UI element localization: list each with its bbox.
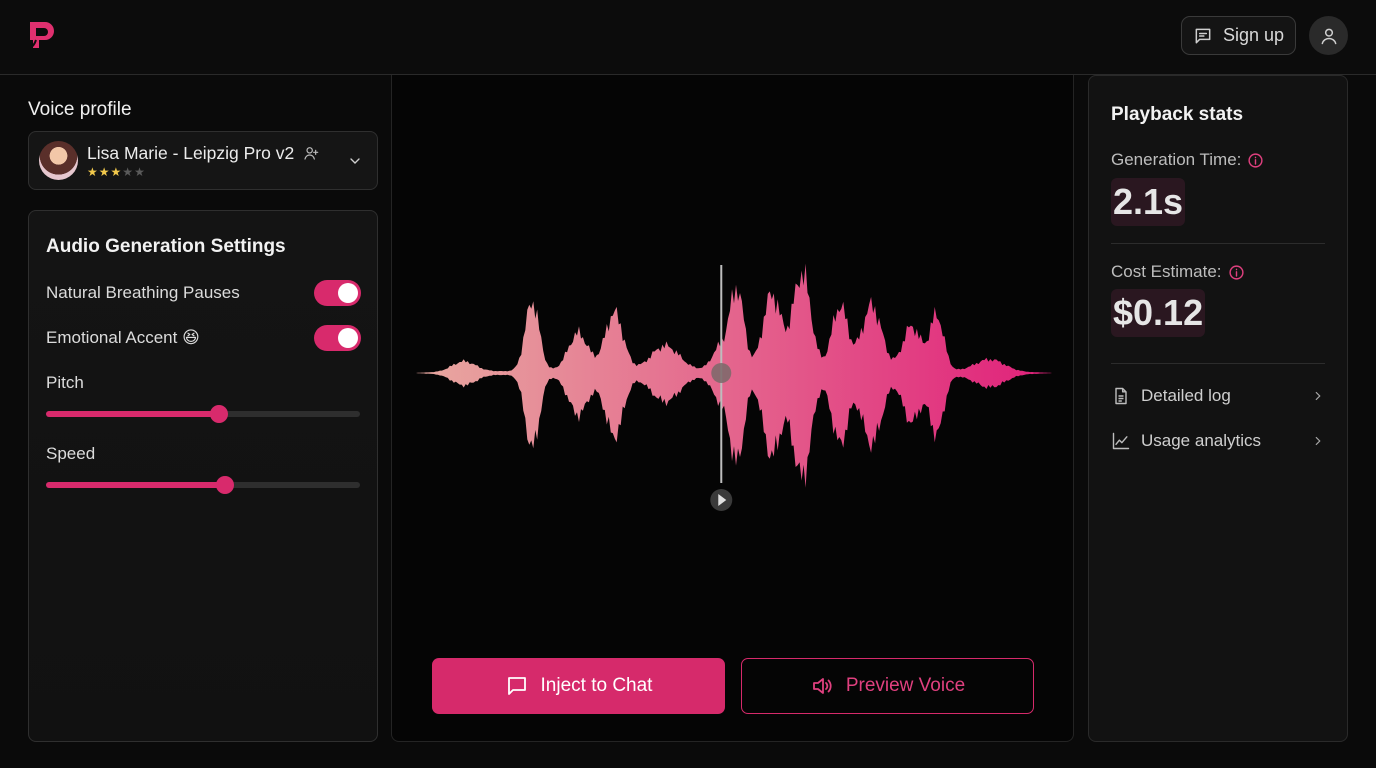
speed-label: Speed	[46, 444, 96, 463]
star-filled-icon: ★	[87, 165, 98, 179]
sign-up-button[interactable]: Sign up	[1181, 16, 1296, 55]
pitch-slider-thumb[interactable]	[209, 405, 228, 423]
pitch-slider-fill	[46, 411, 219, 417]
voice-profile-heading: Voice profile	[28, 99, 132, 120]
usage-analytics-label: Usage analytics	[1141, 431, 1262, 450]
file-text-icon	[1115, 387, 1127, 405]
breathing-pauses-label: Natural Breathing Pauses	[46, 283, 240, 302]
toggle-knob	[338, 283, 358, 303]
message-square-icon	[507, 677, 526, 695]
chevron-right-icon	[1315, 391, 1321, 401]
star-filled-icon: ★	[98, 165, 110, 179]
message-square-icon	[1195, 28, 1211, 43]
chevron-right-icon	[1315, 436, 1321, 446]
inject-to-chat-label: Inject to Chat	[540, 675, 653, 696]
settings-title: Audio Generation Settings	[46, 236, 286, 257]
star-empty-icon: ★	[134, 165, 145, 179]
audio-settings-card: Audio Generation Settings Natural Breath…	[28, 210, 378, 742]
info-icon[interactable]	[1247, 152, 1264, 169]
emotional-accent-label: Emotional Accent 😆	[46, 328, 200, 347]
generation-time-text: Generation Time:	[1111, 150, 1242, 169]
user-icon	[1321, 28, 1336, 44]
voice-profile-name: Lisa Marie - Leipzig Pro v2	[87, 143, 295, 163]
generation-time-label: Generation Time:	[1111, 150, 1264, 170]
playhead-handle[interactable]	[711, 363, 732, 383]
generation-time-value: 2.1s	[1111, 178, 1186, 226]
speed-slider-thumb[interactable]	[215, 476, 234, 494]
user-plus-icon	[304, 147, 319, 160]
voice-profile-select[interactable]: Lisa Marie - Leipzig Pro v2 ★ ★ ★ ★ ★	[28, 131, 378, 190]
brand-logo-icon[interactable]	[26, 18, 60, 52]
playback-stats-title: Playback stats	[1111, 104, 1244, 125]
profile-button[interactable]	[1309, 16, 1348, 55]
breathing-pauses-toggle[interactable]	[314, 280, 361, 306]
divider	[1111, 363, 1325, 364]
preview-voice-label: Preview Voice	[845, 675, 966, 696]
star-filled-icon: ★	[110, 165, 122, 179]
toggle-knob	[338, 328, 358, 348]
playback-stats-panel: Playback stats Generation Time: 2.1s Cos…	[1088, 75, 1348, 742]
divider	[1111, 243, 1325, 244]
speaker-icon	[812, 678, 832, 694]
pitch-slider[interactable]	[46, 405, 360, 423]
usage-analytics-link[interactable]: Usage analytics	[1111, 427, 1325, 455]
audio-waveform[interactable]	[392, 75, 1075, 742]
star-empty-icon: ★	[122, 165, 134, 179]
speed-slider[interactable]	[46, 476, 360, 494]
preview-voice-button[interactable]: Preview Voice	[741, 658, 1034, 714]
waveform-panel: Inject to Chat Preview Voice	[391, 75, 1074, 742]
voice-rating: ★ ★ ★ ★ ★	[87, 166, 145, 178]
emotional-accent-toggle[interactable]	[314, 325, 361, 351]
cost-estimate-text: Cost Estimate:	[1111, 262, 1222, 281]
waveform-shape	[416, 263, 1052, 488]
cost-estimate-label: Cost Estimate:	[1111, 262, 1245, 282]
inject-to-chat-button[interactable]: Inject to Chat	[432, 658, 725, 714]
play-button[interactable]	[710, 489, 733, 511]
info-icon[interactable]	[1228, 264, 1245, 281]
line-chart-icon	[1112, 432, 1130, 450]
voice-avatar	[39, 141, 78, 180]
cost-estimate-value: $0.12	[1111, 289, 1206, 337]
sign-up-label: Sign up	[1222, 25, 1285, 45]
speed-slider-fill	[46, 482, 225, 488]
pitch-label: Pitch	[46, 373, 84, 392]
detailed-log-link[interactable]: Detailed log	[1111, 382, 1325, 410]
chevron-down-icon	[350, 158, 360, 164]
detailed-log-label: Detailed log	[1141, 386, 1231, 405]
top-bar: Sign up	[0, 0, 1376, 75]
